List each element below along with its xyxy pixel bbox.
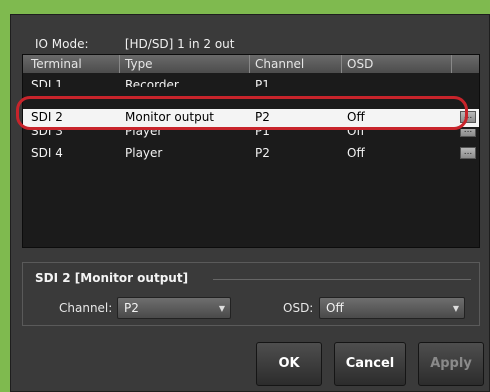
group-divider [213, 279, 471, 280]
cell-osd: Off [347, 146, 365, 160]
cell-terminal: SDI 4 [31, 146, 63, 160]
ok-button[interactable]: OK [256, 342, 322, 386]
cell-channel: P1 [255, 78, 270, 87]
apply-button[interactable]: Apply [418, 342, 484, 386]
cell-terminal: SDI 2 [31, 110, 63, 124]
cell-type: Monitor output [125, 110, 215, 124]
terminal-list[interactable]: Terminal Type Channel OSD SDI 1 Recorder… [22, 54, 480, 248]
cancel-button[interactable]: Cancel [334, 342, 406, 386]
osd-label: OSD: [283, 301, 314, 315]
chevron-down-icon: ▼ [452, 304, 459, 313]
cell-type: Recorder [125, 78, 179, 87]
table-row[interactable]: SDI 3 Player P1 Off ... [23, 129, 479, 143]
cell-type: Player [125, 129, 163, 138]
header-osd[interactable]: OSD [347, 57, 373, 71]
cell-channel: P2 [255, 146, 270, 160]
cell-terminal: SDI 3 [31, 129, 63, 138]
io-mode-value: [HD/SD] 1 in 2 out [124, 37, 235, 51]
table-row[interactable]: SDI 1 Recorder P1 [23, 77, 479, 87]
row-options-button[interactable]: ... [460, 129, 476, 137]
row-options-button[interactable]: ... [460, 147, 476, 159]
io-mode-label: IO Mode: [35, 37, 89, 51]
header-channel[interactable]: Channel [255, 57, 304, 71]
table-row[interactable]: SDI 4 Player P2 Off ... [23, 145, 479, 161]
cell-channel: P2 [255, 110, 270, 124]
channel-label: Channel: [59, 301, 113, 315]
detail-title: SDI 2 [Monitor output] [35, 271, 189, 285]
osd-select[interactable]: Off ▼ [319, 297, 465, 319]
cell-osd: Off [347, 129, 365, 138]
detail-group: SDI 2 [Monitor output] Channel: P2 ▼ OSD… [22, 262, 480, 326]
osd-select-value: Off [326, 301, 344, 315]
channel-select-value: P2 [124, 301, 139, 315]
list-header: Terminal Type Channel OSD [23, 55, 479, 73]
row-options-button[interactable]: ... [460, 111, 476, 123]
header-type[interactable]: Type [125, 57, 153, 71]
channel-select[interactable]: P2 ▼ [117, 297, 231, 319]
io-mode-row: IO Mode: [HD/SD] 1 in 2 out [35, 37, 234, 51]
header-terminal[interactable]: Terminal [31, 57, 82, 71]
cell-type: Player [125, 146, 163, 160]
cell-channel: P1 [255, 129, 270, 138]
cell-osd: Off [347, 110, 365, 124]
table-row-selected[interactable]: SDI 2 Monitor output P2 Off ... [23, 109, 479, 127]
chevron-down-icon: ▼ [218, 304, 225, 313]
cell-terminal: SDI 1 [31, 78, 63, 87]
